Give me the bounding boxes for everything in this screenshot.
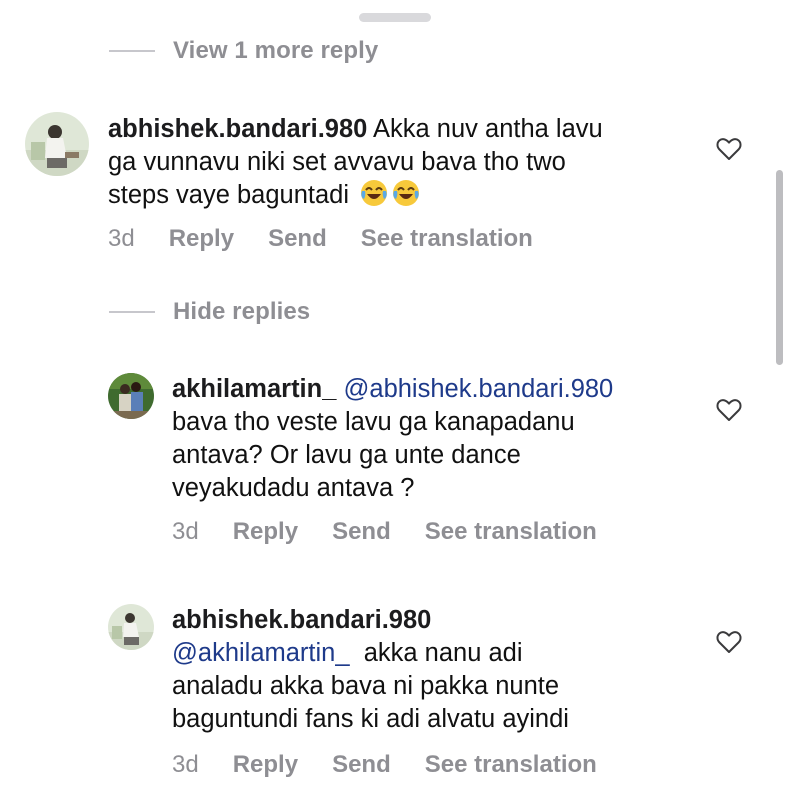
see-translation-button[interactable]: See translation — [361, 225, 533, 253]
reply-text-line: antava? Or lavu ga unte dance — [172, 441, 521, 469]
hide-replies-button[interactable]: Hide replies — [109, 298, 310, 326]
heart-icon[interactable] — [716, 630, 742, 654]
thread-line — [109, 311, 155, 313]
reply-username[interactable]: abhishek.bandari.980 — [172, 606, 431, 634]
thread-line — [109, 50, 155, 52]
see-translation-button[interactable]: See translation — [425, 751, 597, 779]
heart-icon[interactable] — [716, 137, 742, 161]
reply-text-line: veyakudadu antava ? — [172, 474, 415, 502]
laughing-emoji-icon — [361, 180, 388, 206]
avatar[interactable] — [108, 604, 154, 650]
reply-actions: 3d Reply Send See translation — [172, 751, 631, 779]
reply-actions: 3d Reply Send See translation — [172, 518, 631, 546]
send-button[interactable]: Send — [332, 751, 391, 779]
reply-timestamp: 3d — [172, 518, 199, 545]
comment-username[interactable]: abhishek.bandari.980 — [108, 115, 367, 143]
comment-timestamp: 3d — [108, 225, 135, 252]
reply-button[interactable]: Reply — [233, 518, 298, 546]
comment-text-line: Akka nuv antha lavu — [367, 115, 603, 143]
reply-text-line: baguntundi fans ki adi alvatu ayindi — [172, 705, 569, 733]
mention-link[interactable]: @akhilamartin_ — [172, 639, 350, 667]
reply-text-line: akka nanu adi — [349, 639, 523, 667]
sheet-grabber[interactable] — [359, 13, 431, 22]
comment-text-line: steps vaye baguntadi — [108, 181, 350, 209]
avatar[interactable] — [25, 112, 89, 176]
reply-body: akhilamartin_ @abhishek.bandari.980 bava… — [172, 373, 712, 505]
comment-actions: 3d Reply Send See translation — [108, 225, 567, 253]
scrollbar[interactable] — [776, 170, 783, 365]
reply-button[interactable]: Reply — [233, 751, 298, 779]
reply-body: abhishek.bandari.980 @akhilamartin_ akka… — [172, 604, 712, 736]
reply-text-line: analadu akka bava ni pakka nunte — [172, 672, 560, 700]
reply-timestamp: 3d — [172, 751, 199, 778]
comment-text-line: ga vunnavu niki set avvavu bava tho two — [108, 148, 566, 176]
reply-button[interactable]: Reply — [169, 225, 234, 253]
comment-body: abhishek.bandari.980 Akka nuv antha lavu… — [108, 113, 728, 212]
laughing-emoji-icon — [393, 180, 420, 206]
mention-link[interactable]: @abhishek.bandari.980 — [344, 375, 614, 403]
send-button[interactable]: Send — [332, 518, 391, 546]
heart-icon[interactable] — [716, 398, 742, 422]
reply-username[interactable]: akhilamartin_ — [172, 375, 336, 403]
see-translation-button[interactable]: See translation — [425, 518, 597, 546]
avatar[interactable] — [108, 373, 154, 419]
view-more-replies-label: View 1 more reply — [173, 37, 379, 64]
hide-replies-label: Hide replies — [173, 298, 311, 325]
reply-text-line: bava tho veste lavu ga kanapadanu — [172, 408, 575, 436]
send-button[interactable]: Send — [268, 225, 327, 253]
comments-sheet: View 1 more reply abhishek.bandari.980 A… — [0, 0, 789, 800]
view-more-replies-button[interactable]: View 1 more reply — [109, 37, 378, 65]
